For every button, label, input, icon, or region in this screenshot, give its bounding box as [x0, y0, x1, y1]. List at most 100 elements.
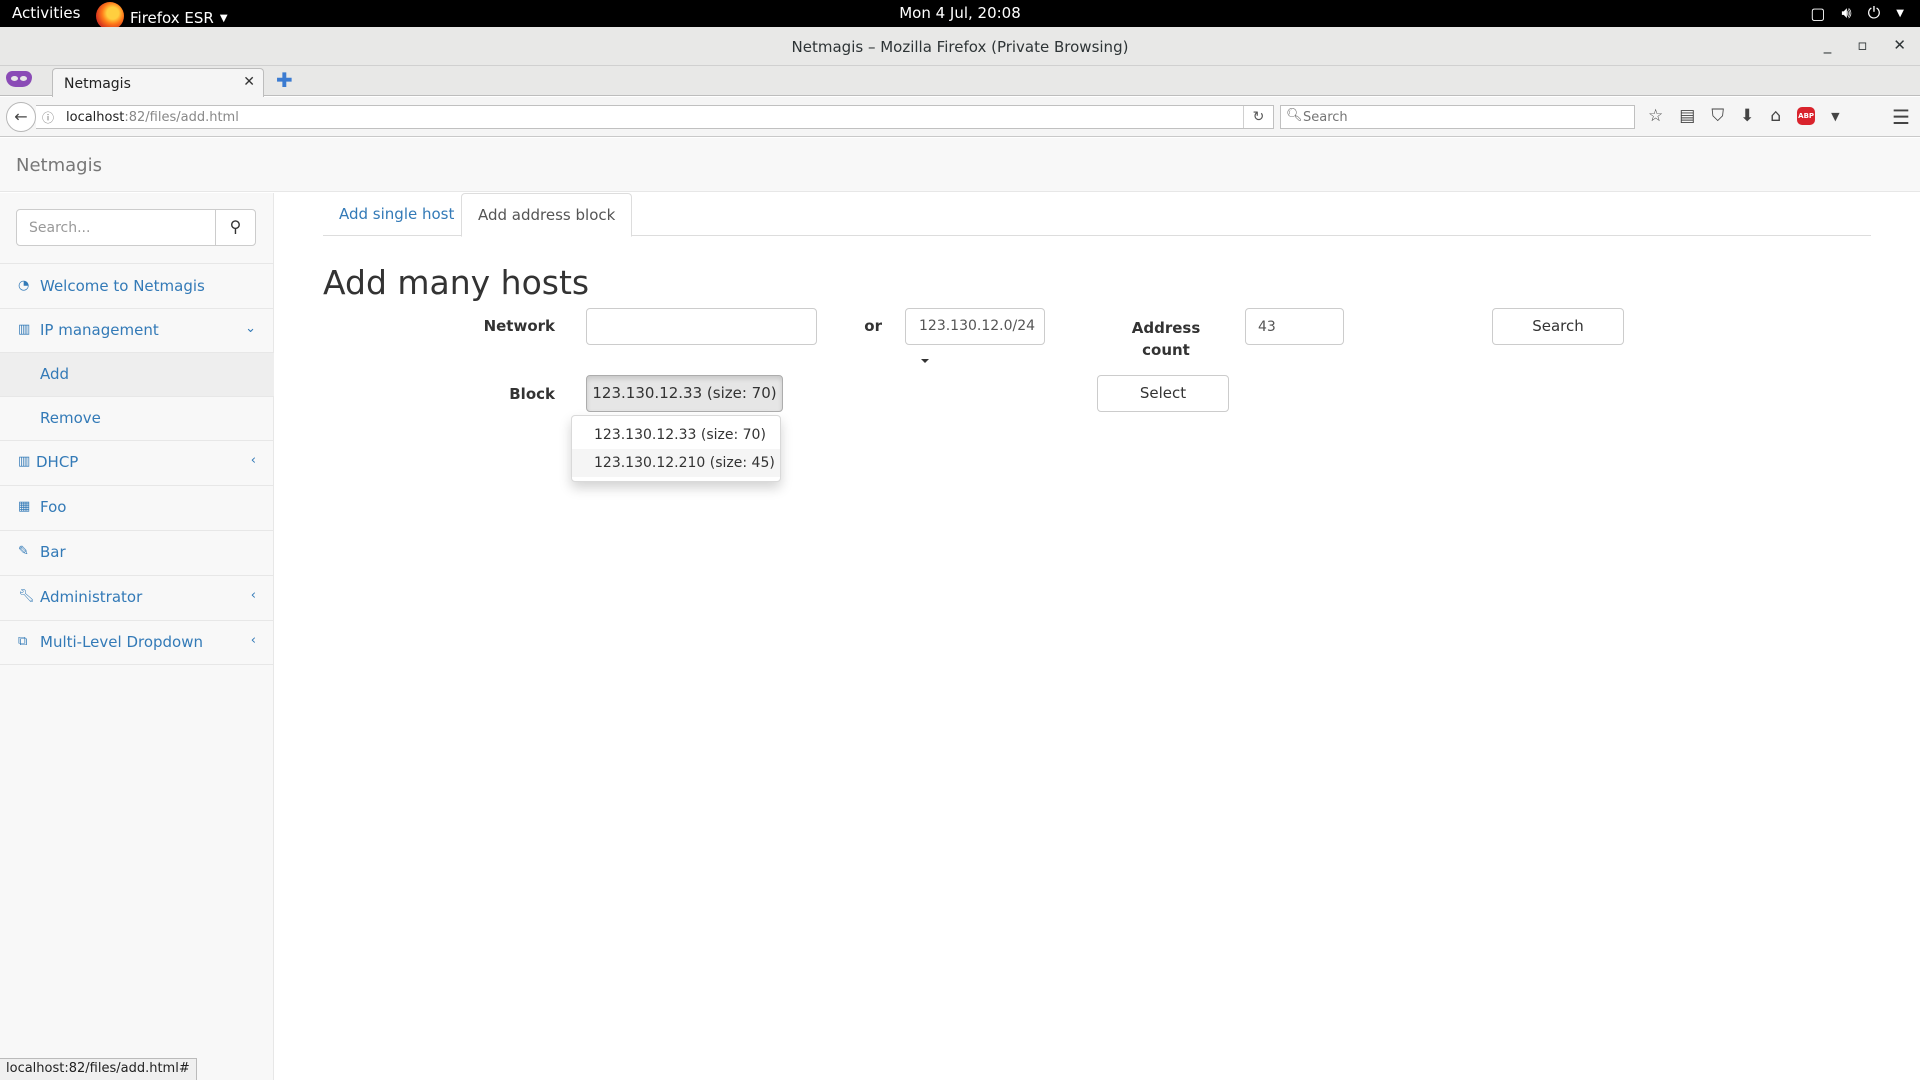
minimize-icon[interactable]: _ [1824, 36, 1832, 54]
dashboard-icon: ◔ [18, 278, 30, 293]
browser-search-input[interactable] [1303, 108, 1623, 126]
address-count-label: Address count [1120, 317, 1212, 361]
main-tabs: Add single host Add address block [323, 193, 1871, 237]
brand-link[interactable]: Netmagis [16, 155, 102, 176]
sidebar-item-multi-level-dropdown[interactable]: ⧉ Multi-Level Dropdown ‹ [0, 620, 274, 665]
sidebar-subitem-remove[interactable]: Remove [0, 396, 274, 440]
wrench-icon: 🔧︎ [18, 589, 35, 604]
tab-add-single-host[interactable]: Add single host [323, 193, 470, 237]
pocket-icon[interactable]: ⛉ [1711, 106, 1724, 126]
chevron-left-icon: ‹ [250, 633, 256, 648]
sidebar-item-foo[interactable]: ▦ Foo [0, 485, 274, 530]
close-tab-icon[interactable]: ✕ [243, 74, 255, 90]
reload-icon[interactable]: ↻ [1243, 106, 1273, 128]
download-icon[interactable]: ⬇ [1740, 106, 1754, 126]
window-titlebar: Netmagis – Mozilla Firefox (Private Brow… [0, 27, 1920, 66]
power-icon[interactable]: ⏻ [1868, 3, 1881, 23]
block-option[interactable]: 123.130.12.210 (size: 45) [572, 449, 780, 477]
sidebar-item-label: Foo [40, 498, 67, 516]
status-bar-url: localhost:82/files/add.html# [0, 1058, 197, 1080]
info-icon[interactable]: ⓘ [42, 109, 54, 126]
new-tab-icon[interactable]: ✚ [276, 68, 293, 92]
sidebar-search-input[interactable] [16, 209, 216, 246]
window-overview-icon[interactable]: ▢ [1810, 4, 1825, 23]
block-dropdown-value: 123.130.12.33 (size: 70) [592, 384, 777, 402]
navigation-bar: ⓘ localhost:82/files/add.html ↻ ← 🔍︎ ☆ ▤… [0, 97, 1920, 137]
bar-chart-icon: ▥ [18, 454, 31, 469]
sidebar-item-welcome[interactable]: ◔ Welcome to Netmagis [0, 263, 274, 308]
sidebar-item-bar[interactable]: ✎ Bar [0, 530, 274, 575]
bar-chart-icon: ▥ [18, 322, 31, 337]
or-label: or [864, 317, 882, 335]
search-icon: 🔍︎ [1286, 108, 1303, 123]
maximize-icon[interactable]: ▫ [1857, 36, 1867, 54]
home-icon[interactable]: ⌂ [1770, 106, 1781, 126]
chevron-left-icon: ‹ [250, 453, 256, 468]
url-bar[interactable]: ⓘ localhost:82/files/add.html ↻ [36, 105, 1274, 129]
chevron-down-icon: ⌄ [245, 321, 256, 336]
close-icon[interactable]: ✕ [1893, 36, 1906, 54]
sidebar-item-label: Multi-Level Dropdown [40, 633, 204, 651]
url-text[interactable]: localhost:82/files/add.html [66, 110, 239, 125]
search-button[interactable]: Search [1492, 308, 1624, 345]
sidebar-item-administrator[interactable]: 🔧︎ Administrator ‹ [0, 575, 274, 620]
sidebar-search: ⚲ [16, 209, 256, 246]
sidebar-item-label: Bar [40, 543, 66, 561]
window-title: Netmagis – Mozilla Firefox (Private Brow… [791, 38, 1129, 56]
url-path: :82/files/add.html [124, 110, 239, 125]
sidebar-item-label: Remove [40, 409, 101, 427]
sidebar-search-button[interactable]: ⚲ [215, 209, 256, 246]
reading-list-icon[interactable]: ▤ [1679, 106, 1695, 126]
network-label: Network [483, 317, 555, 335]
gnome-top-bar: Activities Firefox ESR ▼ Mon 4 Jul, 20:0… [0, 0, 1920, 30]
top-navbar: Netmagis [0, 138, 1920, 192]
sidebar-item-label: Add [40, 365, 70, 383]
table-icon: ▦ [18, 499, 31, 514]
network-input[interactable] [586, 308, 817, 345]
tab-strip: Netmagis ✕ ✚ [0, 66, 1920, 97]
network-select-value: 123.130.12.0/24 [919, 318, 1036, 334]
block-dropdown-button[interactable]: 123.130.12.33 (size: 70) [586, 375, 783, 431]
address-count-input[interactable] [1245, 308, 1344, 345]
sidebar-item-ip-management[interactable]: ▥ IP management ⌄ [0, 308, 274, 352]
sidebar-subitem-add[interactable]: Add [0, 352, 274, 396]
address-count-label-line2: count [1142, 341, 1190, 359]
sidebar-item-label: IP management [40, 321, 159, 339]
select-button[interactable]: Select [1097, 375, 1229, 412]
clock[interactable]: Mon 4 Jul, 20:08 [899, 4, 1021, 22]
private-browsing-icon [6, 71, 32, 87]
bookmark-star-icon[interactable]: ☆ [1648, 106, 1663, 126]
activities-button[interactable]: Activities [12, 4, 80, 22]
sidebar: ⚲ ◔ Welcome to Netmagis ▥ IP management … [0, 193, 274, 1080]
app-menu-label: Firefox ESR [130, 9, 214, 27]
adblock-icon[interactable]: ABP [1797, 107, 1816, 125]
firefox-logo-icon [96, 2, 124, 30]
browser-tab-label: Netmagis [64, 76, 131, 92]
search-icon: ⚲ [229, 217, 242, 236]
edit-icon: ✎ [18, 544, 29, 559]
address-count-label-line1: Address [1131, 319, 1201, 337]
network-select[interactable]: 123.130.12.0/24 [905, 308, 1045, 363]
chevron-down-icon: ▼ [219, 12, 228, 24]
block-option[interactable]: 123.130.12.33 (size: 70) [572, 421, 780, 449]
block-dropdown-menu: 123.130.12.33 (size: 70) 123.130.12.210 … [571, 415, 781, 482]
volume-icon[interactable]: 🔊︎ [1842, 3, 1852, 23]
tab-add-address-block[interactable]: Add address block [461, 193, 633, 237]
block-label: Block [509, 385, 555, 403]
caret-down-icon [921, 359, 929, 363]
chevron-down-icon[interactable]: ▼ [1896, 8, 1904, 19]
chevron-down-icon[interactable]: ▼ [1831, 110, 1839, 123]
hamburger-menu-icon[interactable]: ☰ [1892, 105, 1910, 129]
page-title: Add many hosts [323, 263, 590, 302]
sidebar-item-label: Administrator [40, 588, 143, 606]
arrow-left-icon: ← [14, 107, 28, 126]
sidebar-item-label: DHCP [36, 453, 79, 471]
page-content: Netmagis ⚲ ◔ Welcome to Netmagis ▥ IP ma… [0, 138, 1920, 1080]
browser-search-bar[interactable]: 🔍︎ [1280, 105, 1635, 129]
sidebar-item-label: Welcome to Netmagis [40, 277, 205, 295]
sidebar-item-dhcp[interactable]: ▥ DHCP ‹ [0, 440, 274, 485]
url-host: localhost [66, 110, 125, 125]
chevron-left-icon: ‹ [250, 588, 256, 603]
back-button[interactable]: ← [6, 102, 36, 132]
browser-tab[interactable]: Netmagis ✕ [52, 68, 264, 97]
